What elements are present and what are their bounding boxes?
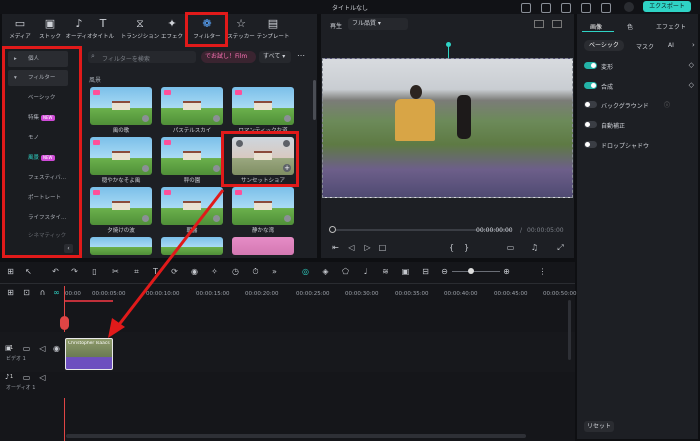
annotation-arrow [108,189,225,338]
app-window: タイトルなし エクスポート ▭ メディア ▣ ストック ♪ オーディオ T タイトル ⧖… [0,0,700,441]
